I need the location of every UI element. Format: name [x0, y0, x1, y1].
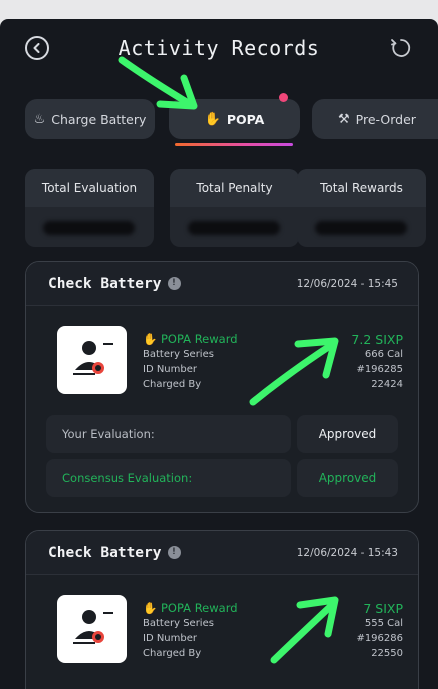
redacted-value [188, 221, 280, 235]
tab-popa[interactable]: ✋ POPA [169, 93, 300, 139]
reward-values: 7.2 SIXP 666 Cal #196285 22424 [351, 332, 403, 392]
reward-amount: 7 SIXP [363, 601, 403, 616]
stat-label: Total Penalty [170, 169, 299, 207]
card-header: Check Battery ! 12/06/2024 - 15:43 [26, 531, 418, 575]
tab-label: Pre-Order [355, 111, 416, 127]
redacted-value [315, 221, 407, 235]
consensus-evaluation-label: Consensus Evaluation: [46, 459, 291, 497]
battery-icon: ♨ [33, 111, 46, 127]
charged-by-label: Charged By [143, 379, 202, 390]
charged-by-label: Charged By [143, 648, 202, 659]
handshake-icon: ✋ [143, 601, 158, 615]
consensus-evaluation-value: Approved [297, 459, 398, 497]
stat-total-rewards: Total Rewards [297, 169, 426, 247]
stat-label: Total Rewards [297, 169, 426, 207]
tab-charge-battery[interactable]: ♨ Charge Battery [25, 99, 155, 139]
popa-reward-text: POPA Reward [160, 332, 238, 346]
popa-reward-label: ✋ POPA Reward [143, 601, 238, 616]
reward-labels: ✋ POPA Reward Battery Series ID Number C… [143, 601, 238, 661]
charged-by-value: 22424 [371, 379, 403, 390]
handshake-icon: ✋ [143, 332, 158, 346]
reward-amount: 7.2 SIXP [351, 332, 403, 347]
id-number-value: #196286 [356, 633, 403, 644]
your-evaluation-value: Approved [297, 415, 398, 453]
stats-row: Total Evaluation Total Penalty Total Rew… [25, 169, 426, 247]
tab-bar: ♨ Charge Battery ✋ POPA ⚒ Pre-Order [0, 93, 438, 145]
consensus-evaluation-row: Consensus Evaluation: Approved [46, 459, 398, 497]
reward-details: ✋ POPA Reward Battery Series ID Number C… [57, 326, 403, 400]
stat-label: Total Evaluation [25, 169, 154, 207]
activity-card[interactable]: Check Battery ! 12/06/2024 - 15:43 ✋ POP… [25, 530, 419, 689]
header: Activity Records [0, 19, 438, 75]
battery-series-label: Battery Series [143, 618, 214, 629]
page-title: Activity Records [118, 36, 320, 60]
tools-icon: ⚒ [338, 111, 350, 127]
active-tab-indicator [175, 143, 293, 146]
battery-series-value: 666 Cal [364, 349, 403, 360]
app-screen: Activity Records ♨ Charge Battery ✋ POPA… [0, 19, 438, 689]
user-avatar-icon [73, 610, 113, 644]
card-date: 12/06/2024 - 15:43 [296, 546, 398, 559]
card-date: 12/06/2024 - 15:45 [296, 277, 398, 290]
tab-label: POPA [226, 111, 265, 127]
your-evaluation-label: Your Evaluation: [46, 415, 291, 453]
popa-reward-label: ✋ POPA Reward [143, 332, 238, 347]
tab-label: Charge Battery [51, 111, 147, 127]
id-number-label: ID Number [143, 633, 197, 644]
your-evaluation-row: Your Evaluation: Approved [46, 415, 398, 453]
card-title-text: Check Battery [48, 275, 162, 292]
card-title-text: Check Battery [48, 544, 162, 561]
tab-pre-order[interactable]: ⚒ Pre-Order [312, 99, 438, 139]
battery-series-label: Battery Series [143, 349, 214, 360]
activity-card[interactable]: Check Battery ! 12/06/2024 - 15:45 ✋ POP… [25, 261, 419, 513]
notification-dot [279, 93, 288, 102]
stat-total-evaluation: Total Evaluation [25, 169, 154, 247]
card-title: Check Battery ! [48, 545, 181, 561]
redacted-value [43, 221, 135, 235]
info-icon[interactable]: ! [167, 546, 181, 559]
stat-total-penalty: Total Penalty [170, 169, 299, 247]
charged-by-value: 22550 [371, 648, 403, 659]
battery-thumbnail [57, 595, 127, 663]
popa-reward-text: POPA Reward [160, 601, 238, 615]
battery-thumbnail [57, 326, 127, 394]
id-number-value: #196285 [356, 364, 403, 375]
id-number-label: ID Number [143, 364, 197, 375]
battery-series-value: 555 Cal [364, 618, 403, 629]
refresh-button[interactable] [388, 35, 414, 61]
handshake-icon: ✋ [204, 111, 221, 127]
refresh-icon [391, 39, 411, 57]
card-title: Check Battery ! [48, 276, 181, 292]
reward-values: 7 SIXP 555 Cal #196286 22550 [356, 601, 403, 661]
reward-labels: ✋ POPA Reward Battery Series ID Number C… [143, 332, 238, 392]
user-avatar-icon [73, 341, 113, 375]
card-header: Check Battery ! 12/06/2024 - 15:45 [26, 262, 418, 306]
reward-details: ✋ POPA Reward Battery Series ID Number C… [57, 595, 403, 669]
info-icon[interactable]: ! [167, 277, 181, 290]
